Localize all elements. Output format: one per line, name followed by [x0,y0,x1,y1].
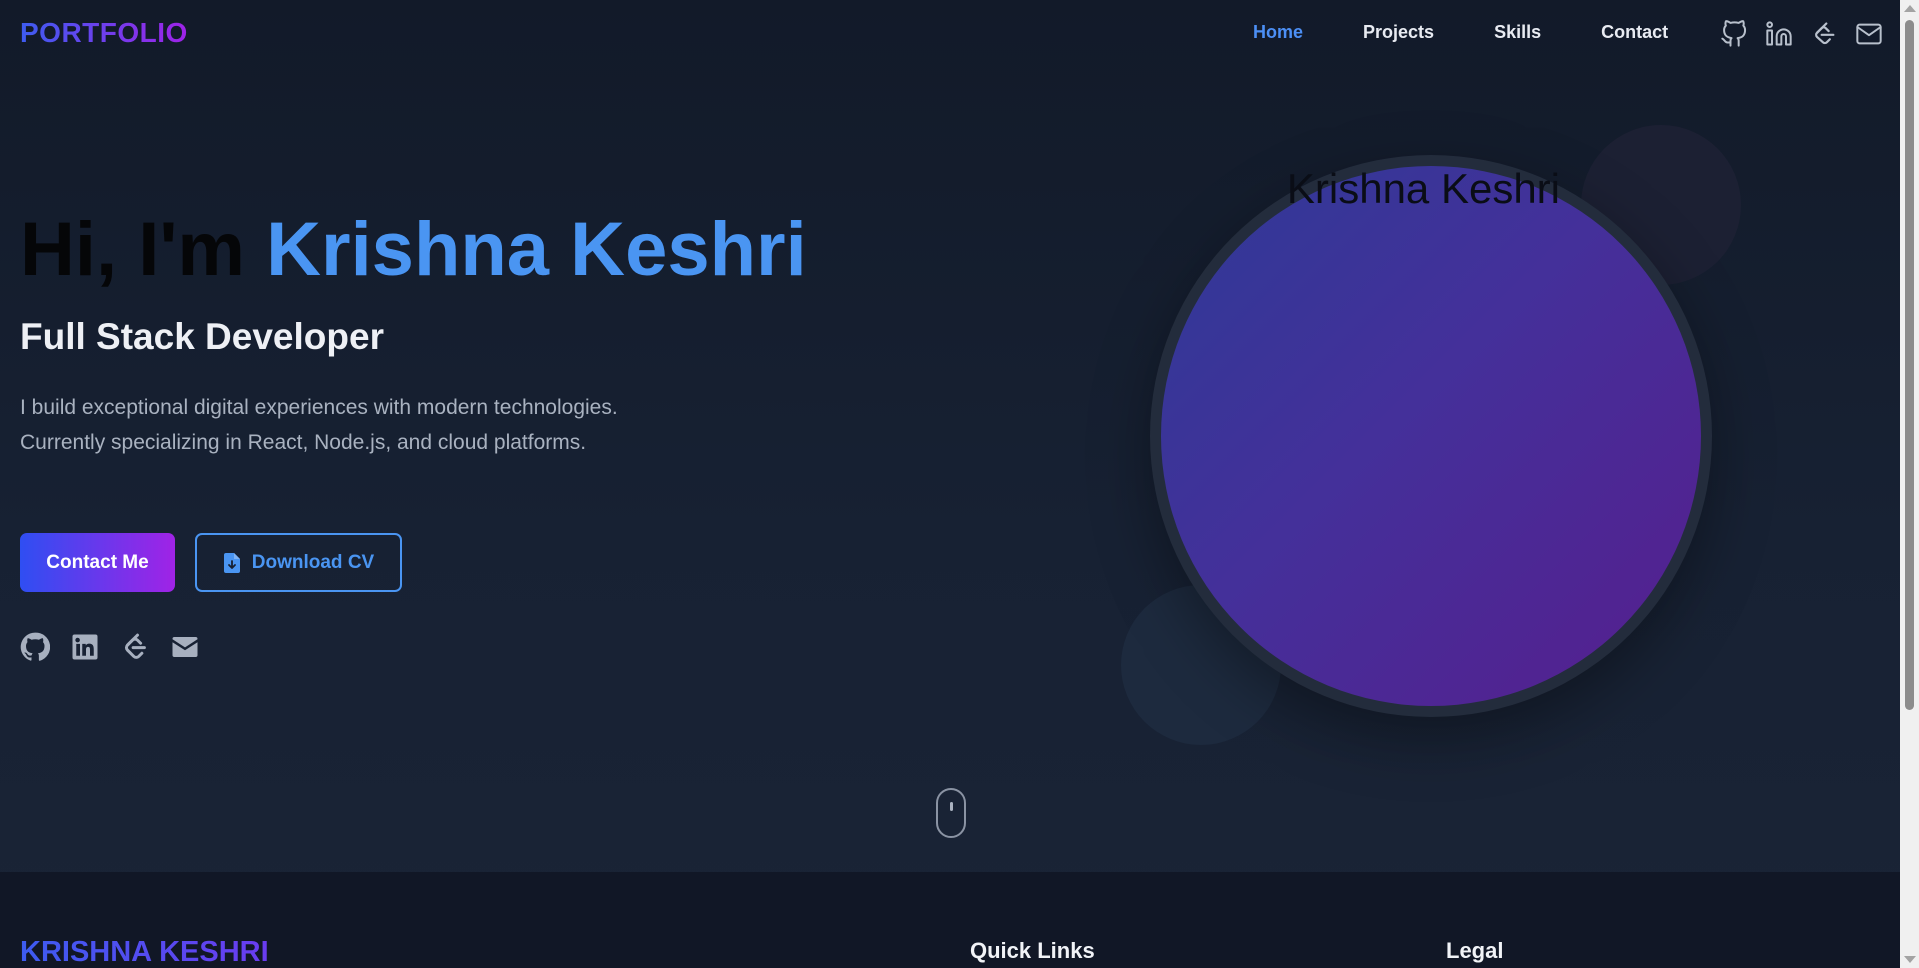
nav-home[interactable]: Home [1253,22,1303,43]
github-icon[interactable] [1720,20,1748,48]
file-download-icon [223,552,241,573]
scroll-down-indicator[interactable] [936,788,966,838]
main-nav: Home Projects Skills Contact [1253,22,1668,43]
profile-image [1161,166,1701,706]
site-header: PORTFOLIO Home Projects Skills Contact [0,0,1900,68]
quick-links-heading: Quick Links [970,938,1095,963]
nav-contact[interactable]: Contact [1601,22,1668,43]
logo[interactable]: PORTFOLIO [20,17,188,49]
hero-social-icons [20,632,220,662]
scroll-wheel [950,802,953,811]
scroll-up-arrow[interactable] [1904,5,1916,12]
envelope-icon[interactable] [170,632,200,662]
download-cv-label: Download CV [251,551,375,573]
download-cv-button[interactable]: Download CV [195,533,402,592]
hero-description: I build exceptional digital experiences … [20,396,618,454]
nav-skills[interactable]: Skills [1494,22,1541,43]
header-social-icons [1720,20,1883,48]
hero-heading: Hi, I'm Krishna Keshri [20,205,807,295]
leetcode-icon[interactable] [120,632,150,662]
hero-subtitle: Full Stack Developer [20,316,384,357]
footer-brand: KRISHNA KESHRI [20,936,269,968]
legal-heading: Legal [1446,938,1504,963]
hero-name: Krishna Keshri [266,207,807,292]
scroll-down-arrow[interactable] [1904,956,1916,963]
profile-image-alt-text: Krishna Keshri [1286,165,1560,212]
page: PORTFOLIO Home Projects Skills Contact H… [0,0,1900,968]
page-scrollbar[interactable] [1900,0,1919,968]
linkedin-icon[interactable] [70,632,100,662]
linkedin-icon[interactable] [1765,20,1793,48]
greeting-text: Hi, I'm [20,207,267,292]
scrollbar-thumb[interactable] [1905,20,1914,710]
nav-projects[interactable]: Projects [1363,22,1434,43]
site-footer: KRISHNA KESHRI Quick Links Legal [0,872,1900,968]
leetcode-icon[interactable] [1810,20,1838,48]
contact-me-button[interactable]: Contact Me [20,533,175,592]
mail-icon[interactable] [1855,20,1883,48]
github-icon[interactable] [20,632,51,662]
